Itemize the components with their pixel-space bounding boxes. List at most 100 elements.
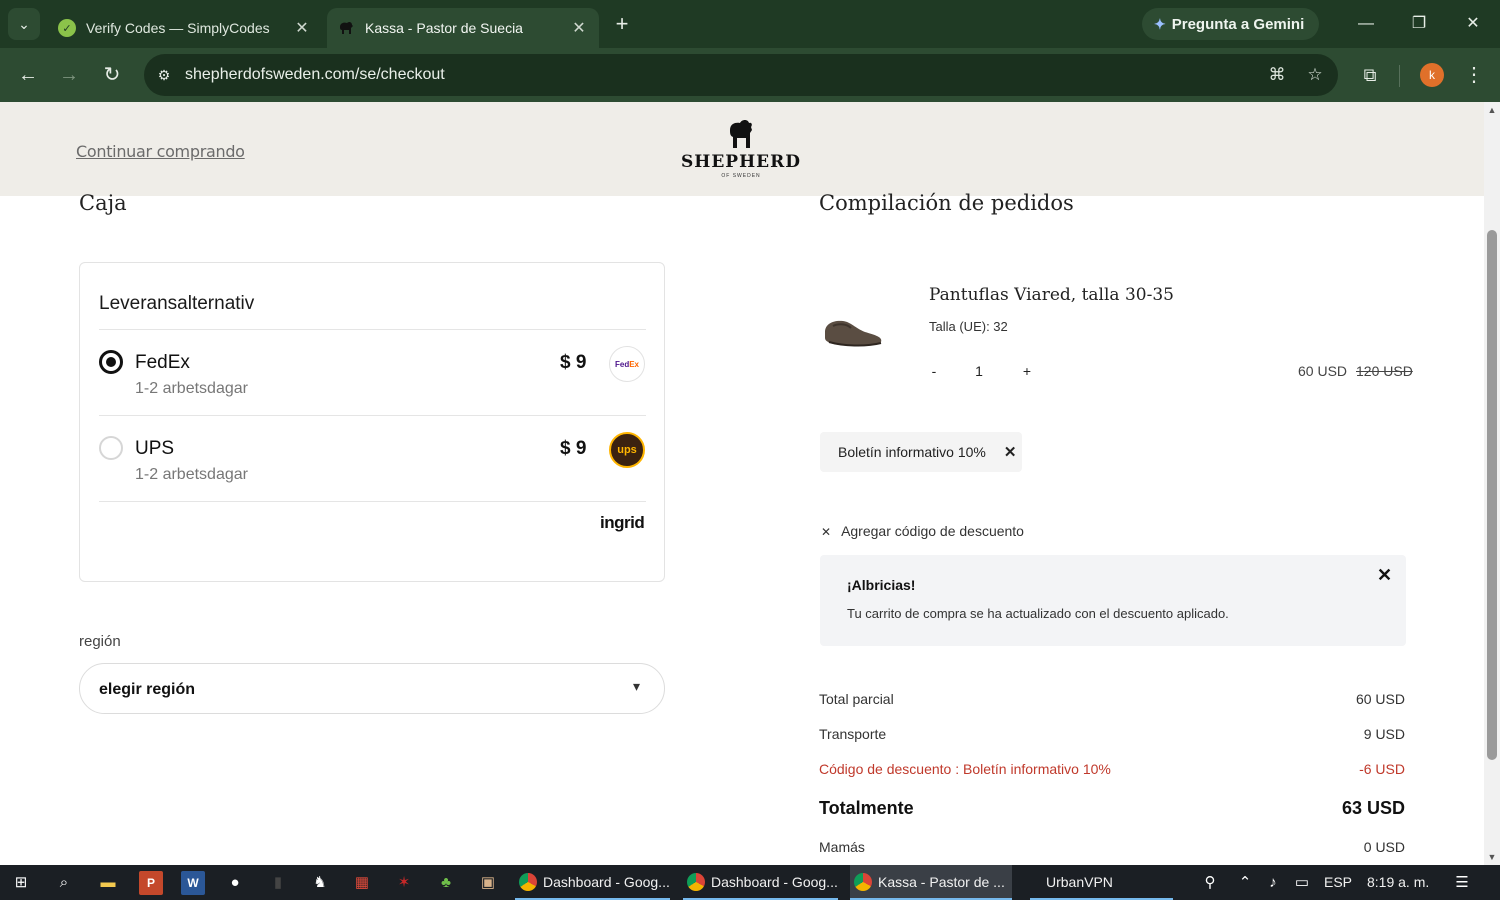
tab-title: Kassa - Pastor de Suecia <box>365 20 523 36</box>
gemini-button[interactable]: ✦ Pregunta a Gemini <box>1142 8 1319 40</box>
scroll-down-arrow-icon[interactable]: ▼ <box>1487 852 1497 862</box>
language-indicator[interactable]: ESP <box>1324 874 1352 890</box>
shipping-price: $ 9 <box>560 352 587 373</box>
subtotal-label: Total parcial <box>819 691 894 707</box>
reload-icon[interactable]: ↻ <box>98 61 126 89</box>
carrier-name: UPS <box>135 438 175 459</box>
sheep-logo-icon <box>730 120 752 148</box>
region-select[interactable]: elegir región ▾ <box>79 663 665 714</box>
total-label: Totalmente <box>819 798 914 818</box>
sheep-favicon-icon <box>337 19 355 37</box>
tab-checkout[interactable]: Kassa - Pastor de Suecia ✕ <box>327 8 599 48</box>
discount-label: Código de descuento : Boletín informativ… <box>819 761 1111 777</box>
region-label: región <box>79 633 121 650</box>
app-bird-icon[interactable]: ✶ <box>392 871 416 895</box>
word-icon[interactable]: W <box>181 871 205 895</box>
browser-toolbar: ← → ↻ ⚙ shepherdofsweden.com/se/checkout… <box>0 48 1500 102</box>
search-icon[interactable]: ⌕ <box>52 871 76 895</box>
logo-sub-text: OF SWEDEN <box>721 173 761 179</box>
shipping-option-ups[interactable]: UPS 1-2 arbetsdagar $ 9 ups <box>99 416 646 500</box>
qty-increase-button[interactable]: + <box>1020 363 1034 379</box>
taskbar-app-label: Dashboard - Goog... <box>543 873 670 890</box>
order-summary-title: Compilación de pedidos <box>819 191 1074 215</box>
windows-start-icon[interactable]: ⊞ <box>9 871 33 895</box>
restore-icon[interactable]: ❐ <box>1404 10 1434 38</box>
product-name[interactable]: Pantuflas Viared, talla 30-35 <box>929 285 1174 305</box>
product-price: 60 USD <box>1298 363 1348 379</box>
radio-selected[interactable] <box>99 350 123 374</box>
taskbar-app-vpn[interactable]: UrbanVPN <box>1030 865 1173 900</box>
minimize-icon[interactable]: — <box>1351 10 1381 38</box>
shipping-price: $ 9 <box>560 438 587 459</box>
app-figure-icon[interactable]: ♞ <box>308 871 332 895</box>
chrome-icon <box>687 872 705 891</box>
notifications-icon[interactable]: ☰ <box>1450 871 1474 895</box>
qty-decrease-button[interactable]: - <box>929 363 939 379</box>
tab-close-icon[interactable]: ✕ <box>292 18 312 38</box>
taskbar-app-chrome[interactable]: Dashboard - Goog... <box>683 865 838 900</box>
scroll-up-arrow-icon[interactable]: ▲ <box>1487 105 1497 115</box>
app-tree-icon[interactable]: ♣ <box>434 871 458 895</box>
address-bar[interactable]: ⚙ shepherdofsweden.com/se/checkout ⌘ ☆ <box>144 54 1338 96</box>
carrier-name: FedEx <box>135 352 190 373</box>
app-circle-icon[interactable]: ● <box>223 871 247 895</box>
taskbar-app-chrome-active[interactable]: Kassa - Pastor de ... <box>850 865 1012 900</box>
shipping-option-fedex[interactable]: FedEx 1-2 arbetsdagar $ 9 Fed Ex <box>99 330 646 414</box>
discount-notice: ¡Albricias! Tu carrito de compra se ha a… <box>820 555 1406 646</box>
gemini-label: Pregunta a Gemini <box>1171 15 1305 33</box>
site-settings-icon[interactable]: ⚙ <box>152 67 176 84</box>
translate-icon[interactable]: ⌘ <box>1262 65 1292 85</box>
tab-close-icon[interactable]: ✕ <box>569 18 589 38</box>
browser-menu-icon[interactable]: ⋮ <box>1462 61 1486 89</box>
applied-coupon-chip: Boletín informativo 10% ✕ <box>820 432 1022 472</box>
shipping-label: Transporte <box>819 726 887 742</box>
app-dark-icon[interactable]: ▮ <box>266 871 290 895</box>
file-explorer-icon[interactable]: ▬ <box>96 871 120 895</box>
tab-simplycodes[interactable]: ✓ Verify Codes — SimplyCodes ✕ <box>48 8 322 48</box>
page-scrollbar[interactable]: ▲ ▼ <box>1484 102 1500 865</box>
taskbar-app-label: UrbanVPN <box>1046 873 1113 890</box>
network-icon[interactable]: ▭ <box>1290 871 1314 895</box>
tab-search-chevron-icon[interactable]: ⌄ <box>8 8 40 40</box>
volume-icon[interactable]: ♪ <box>1261 871 1285 895</box>
gemini-sparkle-icon: ✦ <box>1154 15 1166 32</box>
delivery-days: 1-2 arbetsdagar <box>135 466 248 483</box>
app-image-icon[interactable]: ▣ <box>476 871 500 895</box>
chevron-down-icon: ▾ <box>633 678 641 694</box>
forward-arrow-icon[interactable]: → <box>55 61 83 89</box>
profile-avatar[interactable]: k <box>1420 63 1444 87</box>
browser-tab-strip: ⌄ ✓ Verify Codes — SimplyCodes ✕ Kassa -… <box>0 0 1500 48</box>
extensions-puzzle-icon[interactable]: ⧉ <box>1356 61 1384 89</box>
shepherd-logo[interactable]: SHEPHERD OF SWEDEN <box>680 116 802 184</box>
total-value: 63 USD <box>1341 798 1405 818</box>
taskbar-app-chrome[interactable]: Dashboard - Goog... <box>515 865 670 900</box>
page-viewport: Continuar comprando SHEPHERD OF SWEDEN C… <box>0 102 1484 865</box>
product-image-slipper[interactable] <box>821 302 887 350</box>
scrollbar-thumb[interactable] <box>1487 230 1497 760</box>
mamas-label: Mamás <box>819 839 865 855</box>
taskbar-app-label: Dashboard - Goog... <box>711 873 838 890</box>
chrome-icon <box>854 872 872 891</box>
url-text[interactable]: shepherdofsweden.com/se/checkout <box>185 66 1262 84</box>
coupon-label: Boletín informativo 10% <box>838 444 986 460</box>
shipping-options-card: Leveransalternativ FedEx 1-2 arbetsdagar… <box>79 262 665 582</box>
notice-message: Tu carrito de compra se ha actualizado c… <box>847 606 1229 621</box>
new-tab-plus-icon[interactable]: + <box>608 10 636 38</box>
notice-close-icon[interactable]: ✕ <box>1377 565 1392 586</box>
notice-title: ¡Albricias! <box>847 577 916 593</box>
clock[interactable]: 8:19 a. m. <box>1367 874 1429 890</box>
bookmark-star-icon[interactable]: ☆ <box>1300 65 1330 85</box>
continue-shopping-link[interactable]: Continuar comprando <box>76 142 245 161</box>
add-discount-code-toggle[interactable]: ✕ Agregar código de descuento <box>821 523 1024 539</box>
back-arrow-icon[interactable]: ← <box>14 61 42 89</box>
tray-chevron-up-icon[interactable]: ⌃ <box>1233 871 1257 895</box>
app-grid-icon[interactable]: ▦ <box>350 871 374 895</box>
product-old-price: 120 USD <box>1356 363 1413 379</box>
toolbar-separator <box>1399 65 1400 87</box>
people-icon[interactable]: ⚲ <box>1198 871 1222 895</box>
remove-coupon-close-icon[interactable]: ✕ <box>1004 443 1017 461</box>
subtotal-value: 60 USD <box>1355 691 1405 707</box>
window-close-icon[interactable]: ✕ <box>1458 10 1488 38</box>
radio-unselected[interactable] <box>99 436 123 460</box>
powerpoint-icon[interactable]: P <box>139 871 163 895</box>
